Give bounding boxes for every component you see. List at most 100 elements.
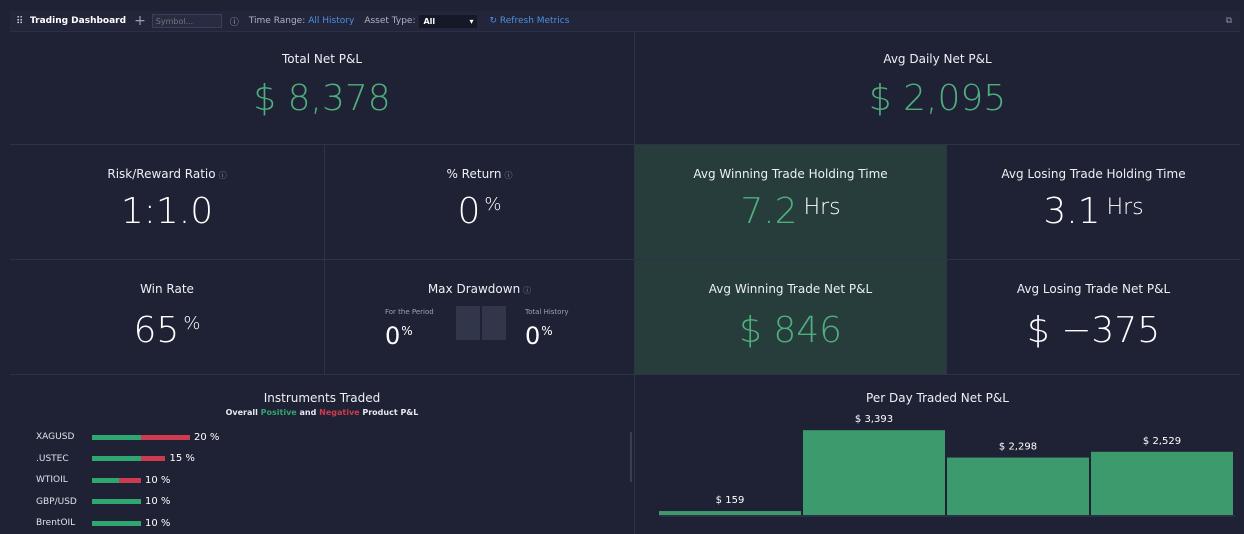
- avg-daily-pnl-value: $ 2,095: [868, 78, 1007, 119]
- win-rate-label: Win Rate: [140, 282, 194, 296]
- instrument-name: BrentOIL: [36, 518, 76, 528]
- max-drawdown-card: Max Drawdown ⓘ For the Period 0% Total Hi…: [325, 260, 634, 374]
- instrument-row: .USTEC 15 %: [36, 452, 195, 466]
- avg-win-pnl-label: Avg Winning Trade Net P&L: [708, 282, 873, 296]
- instrument-bar: [92, 456, 166, 461]
- avg-win-time-card: Avg Winning Trade Holding Time 7.2 Hrs: [635, 145, 946, 259]
- instrument-row: BrentOIL 10 %: [36, 516, 170, 530]
- chart-value-label: $ 2,298: [999, 442, 1037, 453]
- avg-win-time-value: 7.2: [740, 191, 798, 232]
- total-pnl-value: $ 8,378: [253, 78, 391, 119]
- avg-daily-pnl-label: Avg Daily Net P&L: [883, 52, 992, 66]
- drawdown-history-unit: %: [541, 324, 553, 338]
- chart-value-label: $ 3,393: [855, 414, 893, 425]
- instrument-row: XAGUSD 20 %: [36, 430, 219, 444]
- instruments-title: Instruments Traded: [263, 391, 381, 405]
- drawdown-bar-history: [482, 306, 506, 340]
- instrument-bar: [92, 434, 190, 440]
- subtitle-text: and: [296, 408, 320, 417]
- drawdown-bar-period: [456, 306, 480, 340]
- chart-bar[interactable]: [1091, 451, 1233, 515]
- drawdown-period-unit: %: [401, 324, 413, 338]
- avg-win-time-label: Avg Winning Trade Holding Time: [693, 167, 888, 181]
- win-rate-card: Win Rate 65%: [10, 260, 324, 374]
- avg-loss-pnl-label: Avg Losing Trade Net P&L: [1016, 282, 1171, 296]
- instruments-subtitle: Overall Positive and Negative Product P&…: [10, 408, 634, 417]
- asset-type-select[interactable]: All ▾: [419, 14, 478, 28]
- instrument-pct: 15 %: [169, 453, 195, 464]
- pct-return-card: % Return ⓘ 0%: [325, 145, 634, 259]
- instrument-name: WTIOIL: [36, 475, 68, 485]
- add-tab-icon[interactable]: +: [134, 14, 146, 28]
- avg-win-pnl-card: Avg Winning Trade Net P&L $ 846: [635, 260, 946, 374]
- instrument-pct: 10 %: [144, 474, 171, 486]
- instrument-name: GBP/USD: [36, 496, 77, 507]
- asset-type-label: Asset Type:: [364, 16, 416, 26]
- avg-loss-pnl-value: $ −375: [1026, 310, 1161, 351]
- avg-loss-time-unit: Hrs: [1106, 195, 1144, 220]
- pct-return-label: % Return: [446, 167, 502, 181]
- time-range-link[interactable]: All History: [308, 16, 354, 26]
- avg-loss-time-card: Avg Losing Trade Holding Time 3.1 Hrs: [947, 145, 1240, 259]
- negative-segment: [141, 434, 190, 440]
- symbol-search-input[interactable]: [151, 14, 222, 28]
- chart-bar[interactable]: [947, 457, 1089, 515]
- risk-reward-label: Risk/Reward Ratio: [107, 167, 216, 181]
- negative-segment: [141, 456, 166, 461]
- info-icon[interactable]: ⓘ: [219, 171, 227, 180]
- drawdown-history-value: 0: [525, 322, 541, 350]
- instrument-row: WTIOIL 10 %: [36, 473, 170, 487]
- subtitle-text: Overall: [225, 408, 261, 417]
- refresh-icon: ↻: [489, 16, 498, 26]
- time-range-label: Time Range:: [248, 16, 306, 26]
- total-pnl-card: Total Net P&L $ 8,378: [10, 32, 634, 144]
- drawdown-history-label: Total History: [525, 308, 569, 316]
- instrument-pct: 10 %: [145, 517, 171, 529]
- negative-segment: [118, 477, 141, 483]
- avg-win-pnl-value: $ 846: [738, 310, 843, 351]
- drawdown-period-label: For the Period: [385, 308, 434, 316]
- chevron-down-icon: ▾: [469, 16, 474, 26]
- risk-reward-value: 1:1.0: [120, 191, 214, 232]
- instrument-pct: 20 %: [194, 431, 220, 443]
- drag-handle-icon[interactable]: ⠿: [16, 16, 26, 27]
- instrument-bar: [92, 477, 141, 483]
- chart-bar[interactable]: [803, 430, 945, 515]
- asset-type-value: All: [423, 16, 436, 26]
- instrument-bar: [92, 499, 141, 504]
- total-pnl-label: Total Net P&L: [282, 52, 362, 66]
- refresh-label: Refresh Metrics: [499, 16, 570, 26]
- popout-window-icon[interactable]: ⧉: [1226, 16, 1232, 26]
- info-icon[interactable]: ⓘ: [505, 171, 513, 180]
- max-drawdown-label: Max Drawdown: [427, 282, 521, 296]
- refresh-metrics-button[interactable]: ↻ Refresh Metrics: [489, 16, 569, 26]
- positive-segment: [92, 434, 141, 440]
- per-day-pnl-chart: $ 159 $ 3,393 $ 2,298 $ 2,529: [659, 414, 1235, 517]
- instrument-bar: [92, 520, 141, 526]
- positive-segment: [92, 499, 141, 504]
- subtitle-text: Product P&L: [359, 408, 419, 417]
- avg-win-time-unit: Hrs: [803, 195, 841, 220]
- subtitle-positive: Positive: [260, 408, 297, 417]
- instrument-pct: 10 %: [145, 496, 171, 507]
- subtitle-negative: Negative: [319, 408, 360, 417]
- avg-loss-time-value: 3.1: [1043, 191, 1101, 232]
- pct-return-unit: %: [484, 194, 502, 215]
- avg-loss-time-label: Avg Losing Trade Holding Time: [1001, 167, 1186, 181]
- scrollbar[interactable]: [630, 432, 632, 482]
- risk-reward-card: Risk/Reward Ratio ⓘ 1:1.0: [10, 145, 324, 259]
- chart-bar[interactable]: [659, 511, 801, 515]
- chart-value-label: $ 159: [716, 495, 745, 506]
- info-icon[interactable]: ⓘ: [523, 286, 531, 295]
- avg-loss-pnl-card: Avg Losing Trade Net P&L $ −375: [947, 260, 1240, 374]
- instrument-name: .USTEC: [36, 453, 69, 464]
- instrument-name: XAGUSD: [36, 432, 75, 442]
- toolbar: ⠿ Trading Dashboard + ⓘ Time Range: All …: [10, 11, 1240, 32]
- drawdown-period-value: 0: [385, 322, 401, 350]
- positive-segment: [92, 520, 141, 526]
- dashboard-title: Trading Dashboard: [30, 16, 127, 26]
- info-icon[interactable]: ⓘ: [230, 15, 239, 28]
- positive-segment: [92, 477, 119, 483]
- instrument-row: GBP/USD 10 %: [36, 495, 170, 509]
- avg-daily-pnl-card: Avg Daily Net P&L $ 2,095: [635, 32, 1240, 144]
